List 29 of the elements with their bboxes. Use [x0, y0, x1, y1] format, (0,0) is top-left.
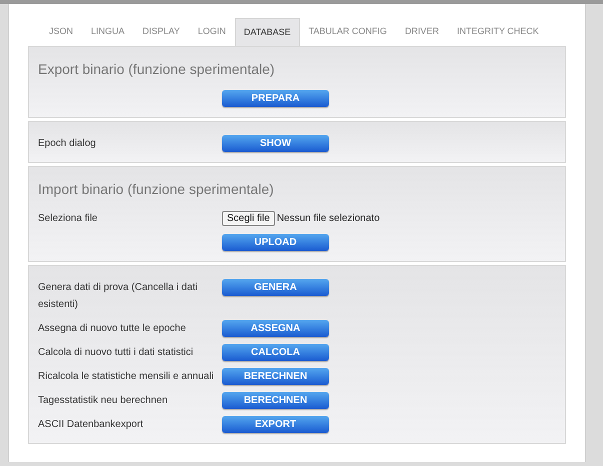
tab[interactable]: LOGIN — [188, 18, 235, 46]
choose-file-button[interactable]: Scegli file — [222, 211, 275, 226]
row-label: ASCII Datenbankexport — [38, 418, 144, 432]
action-button[interactable]: UPLOAD — [222, 234, 329, 251]
tab[interactable]: LINGUA — [82, 18, 134, 46]
tab[interactable]: TABULAR CONFIG — [300, 18, 396, 46]
action-button[interactable]: CALCOLA — [222, 344, 329, 361]
tab[interactable]: DISPLAY — [134, 18, 189, 46]
row-label: Seleziona file — [38, 212, 98, 226]
row-label: Calcola di nuovo tutti i dati statistici — [38, 346, 194, 360]
action-button[interactable]: BERECHNEN — [222, 368, 329, 385]
action-button[interactable]: BERECHNEN — [222, 392, 329, 409]
section-title: Import binario (funzione sperimentale) — [38, 180, 275, 198]
row-label: Genera dati di prova (Cancella i dati esistenti) — [38, 281, 199, 312]
row-label: Tagesstatistik neu berechnen — [38, 394, 169, 408]
tab[interactable]: DATABASE — [234, 18, 300, 46]
tab[interactable]: INTEGRITY CHECK — [448, 18, 548, 46]
file-status: Nessun file selezionato — [276, 212, 380, 226]
tab[interactable]: JSON — [40, 18, 82, 46]
section-title: Export binario (funzione sperimentale) — [38, 60, 276, 78]
tab[interactable]: DRIVER — [396, 18, 448, 46]
action-button[interactable]: GENERA — [222, 279, 329, 296]
action-button[interactable]: PREPARA — [222, 90, 329, 107]
action-button[interactable]: EXPORT — [222, 416, 329, 433]
action-button[interactable]: ASSEGNA — [222, 320, 329, 337]
row-label: Epoch dialog — [38, 137, 97, 151]
action-button[interactable]: SHOW — [222, 135, 329, 152]
row-label: Assegna di nuovo tutte le epoche — [38, 322, 187, 336]
row-label: Ricalcola le statistiche mensili e annuali — [38, 370, 215, 384]
